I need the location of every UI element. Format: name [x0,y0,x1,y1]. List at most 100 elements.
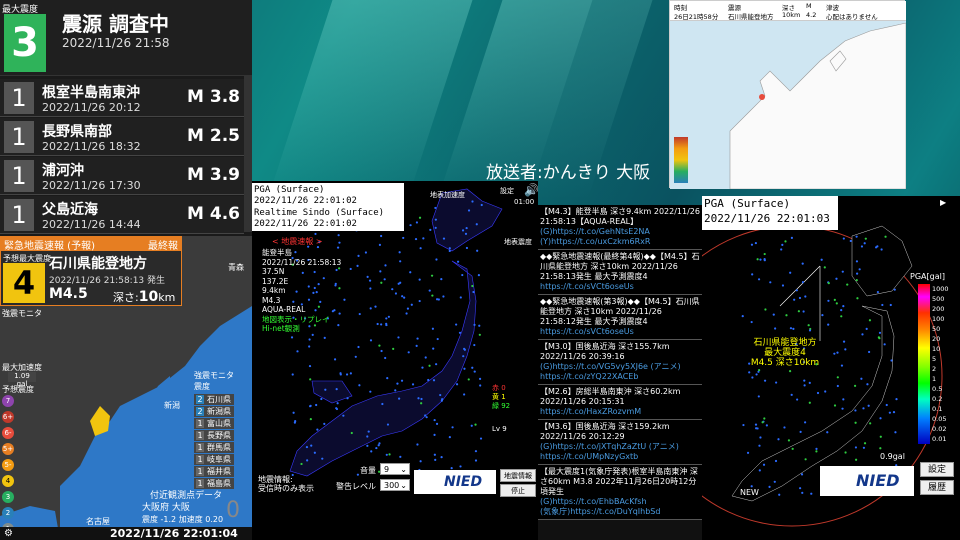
monitor-level: 1 [196,443,204,452]
play-icon[interactable]: ▶ [940,198,946,207]
tweet-link[interactable]: https://t.co/sVCt6oseUs [540,327,700,337]
station-dot [844,451,847,454]
tweet-link[interactable]: https://t.co/zYQ22XACEb [540,372,700,382]
tweet-link[interactable]: (G)https://t.co/EhbBAcKfsh [540,497,700,507]
station-dot [465,226,468,230]
station-dot [862,446,866,449]
epicenter-detail: M4.5 深さ10km [750,358,820,368]
station-dot [849,239,852,243]
station-dot [440,399,443,402]
station-dot [808,381,811,384]
station-dot [763,252,766,256]
station-dot [435,422,439,425]
station-dot [418,216,422,219]
station-dot [877,336,880,339]
tweet-item[interactable]: 【最大震度1(気象庁発表)根室半島南東沖 深さ60km M3.8 2022年11… [538,465,702,520]
tweet-item[interactable]: ◆◆緊急地震速報(最終第4報)◆◆【M4.5】石川県能登地方 深さ10km 20… [538,250,702,295]
station-dot [427,378,430,382]
station-dot [405,312,408,315]
station-dot [316,428,319,431]
quake-magnitude: M 2.5 [187,126,240,146]
setting-label[interactable]: 設定 [500,186,514,196]
eew-box[interactable]: 緊急地震速報 (予報) 最終報 予想最大震度 4 石川県能登地方 2022/11… [0,236,182,306]
tweet-link[interactable]: (G)https://t.co/jXTqhZaZtU (アニメ) [540,442,700,452]
replay-link[interactable]: 地図表示・リプレイ [262,315,341,325]
station-dot [800,473,804,476]
station-dot [835,302,838,305]
scale-item: 5- [2,459,14,471]
station-dot [793,298,796,301]
tweet-link[interactable]: https://t.co/HaxZRozvmM [540,407,700,417]
quake-info-map-window[interactable]: 時刻 26日21時58分 震源 石川県能登地方 深さ 10km M 4.2 津波… [669,0,906,189]
quake-list-item[interactable]: 1 長野県南部 2022/11/26 18:32 M 2.5 [0,118,244,156]
tweet-link[interactable]: (気象庁)https://t.co/DuYqIhbSd [540,507,700,517]
broadcaster-label: 放送者:かんきり 大阪 [486,163,651,183]
station-dot [856,297,859,300]
tweet-link[interactable]: https://t.co/sVCt6oseUs [540,282,700,292]
station-dot [790,393,793,396]
warning-level-select[interactable]: 300 ⌄ [380,479,410,491]
quake-list-item[interactable]: 1 父島近海 2022/11/26 14:44 M 4.6 [0,196,244,234]
tweet-link[interactable]: (G)https://t.co/GehNtsE2NA [540,227,700,237]
setting-button[interactable]: 設定 [920,462,954,477]
tweet-item[interactable]: ◆◆緊急地震速報(第3報)◆◆【M4.5】石川県能登地方 深さ10km 2022… [538,295,702,340]
station-dot [827,282,830,285]
intensity-badge: 1 [4,160,34,192]
pga-map-window[interactable]: PGA (Surface) 2022/11/26 22:01:03 ▶ 石川県能登… [702,196,960,540]
tweet-link[interactable]: (Y)https://t.co/uxCzkm6RxR [540,237,700,247]
legend-value: 0.02 [932,425,947,433]
station-dot [790,236,794,240]
quake-list-item[interactable]: 1 根室半島南東沖 2022/11/26 20:12 M 3.8 [0,79,244,117]
station-dot [846,283,849,286]
tweet-feed[interactable]: 【M4.3】能登半島 深さ9.4km 2022/11/26 21:58:13【A… [538,205,702,540]
tweet-item[interactable]: 【M2.6】房総半島南東沖 深さ60.2km 2022/11/26 20:15:… [538,385,702,420]
light-streak [267,0,473,200]
history-button[interactable]: 履歴 [920,480,954,495]
eew-final-label: 最終報 [148,241,178,252]
quake-info-button[interactable]: 地震情報 [500,469,536,482]
tweet-item[interactable]: 【M3.0】国後島近海 深さ155.7km 2022/11/26 20:39:1… [538,340,702,385]
kyoshin-monitor-window[interactable]: PGA (Surface) 2022/11/26 22:01:02 Realti… [252,181,539,540]
station-dot [815,447,818,450]
station-dot [463,393,466,396]
station-dot [422,237,425,240]
station-dot [876,290,879,294]
intensity-badge: 1 [4,82,34,114]
station-dot [293,421,296,424]
station-dot [754,241,757,245]
station-dot [764,308,767,311]
station-dot [357,254,360,257]
station-dot [889,303,892,307]
station-dot [416,443,419,446]
station-dot [354,355,357,358]
tweet-link[interactable]: (G)https://t.co/VG5vy5XJ6e (アニメ) [540,362,700,372]
settings-gear-icon[interactable]: ⚙ [4,528,13,539]
tweet-item[interactable]: 【M3.6】国後島近海 深さ159.2km 2022/11/26 20:12:2… [538,420,702,465]
monitor-title: 強震モニタ震度 [194,371,234,391]
station-dot [890,359,893,362]
tweet-link[interactable]: https://t.co/UMpNzyGxtb [540,452,700,462]
station-dot [833,298,836,301]
tweet-item[interactable]: 【M4.3】能登半島 深さ9.4km 2022/11/26 21:58:13【A… [538,205,702,250]
station-dot [815,450,818,453]
station-dot [836,376,839,379]
latest-quake-header[interactable]: 最大震度 3 震源 調査中 2022/11/26 21:58 [0,0,252,76]
station-dot [314,232,317,236]
stop-button[interactable]: 停止 [500,484,536,497]
station-dot [431,327,434,330]
station-dot [356,264,359,267]
nied-logo: NIED [414,470,496,494]
quake-list-item[interactable]: 1 浦河沖 2022/11/26 17:30 M 3.9 [0,157,244,195]
hinet-link[interactable]: Hi-net観測 [262,324,341,334]
volume-select[interactable]: 9 ⌄ [380,463,410,475]
station-dot [836,351,839,354]
station-dot [375,446,378,450]
quake-list-scrollbar[interactable] [244,76,252,232]
station-dot [803,379,806,382]
monitor-pref: 富山県 [207,419,231,428]
station-dot [311,333,314,336]
speaker-icon[interactable]: 🔊 [524,183,539,197]
station-dot [349,372,352,375]
station-dot [827,299,830,302]
info-line: 37.5N [262,267,285,276]
